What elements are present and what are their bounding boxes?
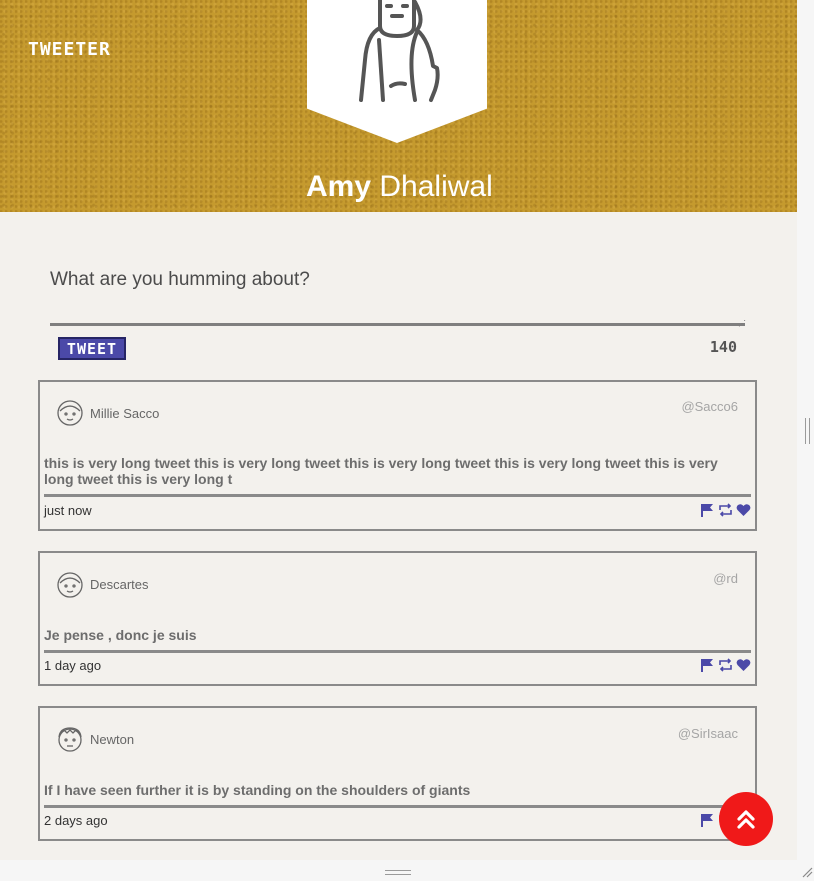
textarea-resize-icon[interactable]: ⋰ [738,319,746,328]
tweet-button[interactable]: TWEET [58,337,126,360]
tweet-divider [44,494,751,497]
tweet-author[interactable]: Descartes [90,577,149,592]
profile-name: Amy Dhaliwal [306,170,493,204]
tweet-handle[interactable]: @Sacco6 [681,399,738,414]
user-avatar-icon [57,400,83,426]
heart-icon[interactable] [736,658,751,672]
resize-grip-icon[interactable] [801,866,813,878]
user-avatar-icon [359,0,440,102]
tweet-text: this is very long tweet this is very lon… [44,455,718,487]
double-chevron-up-icon [737,810,755,829]
tweet-timestamp: just now [44,503,92,518]
profile-last-name: Dhaliwal [379,170,493,203]
profile-avatar-badge [307,0,487,143]
vertical-splitter-handle[interactable] [805,418,810,444]
scroll-to-top-button[interactable] [719,792,773,846]
tweet-handle[interactable]: @rd [713,571,738,586]
tweet-card: Descartes @rd Je pense , donc je suis 1 … [38,551,757,686]
tweet-timestamp: 2 days ago [44,813,108,828]
tweet-card: Newton @SirIsaac If I have seen further … [38,706,757,841]
profile-first-name: Amy [306,170,372,203]
retweet-icon[interactable] [718,503,733,517]
tweet-text: If I have seen further it is by standing… [44,782,471,798]
tweet-divider [44,650,751,653]
user-avatar-icon [57,572,83,598]
flag-icon[interactable] [700,658,715,672]
tweet-author[interactable]: Newton [90,732,134,747]
tweet-text: Je pense , donc je suis [44,627,197,643]
tweet-author[interactable]: Millie Sacco [90,406,159,421]
tweet-timestamp: 1 day ago [44,658,102,673]
compose-tweet-input[interactable] [50,262,745,326]
horizontal-splitter-handle[interactable] [385,870,411,875]
user-avatar-icon [58,727,82,752]
tweet-actions [700,658,751,672]
flag-icon[interactable] [700,503,715,517]
profile-header: TWEETER Amy Dhaliwal [0,0,797,212]
tweet-card: Millie Sacco @Sacco6 this is very long t… [38,380,757,531]
tweet-actions [700,503,751,517]
flag-icon[interactable] [700,813,715,827]
brand-logo[interactable]: TWEETER [28,39,111,60]
retweet-icon[interactable] [718,658,733,672]
heart-icon[interactable] [736,503,751,517]
tweet-divider [44,805,751,808]
tweet-handle[interactable]: @SirIsaac [678,726,738,741]
char-counter: 140 [709,338,737,356]
